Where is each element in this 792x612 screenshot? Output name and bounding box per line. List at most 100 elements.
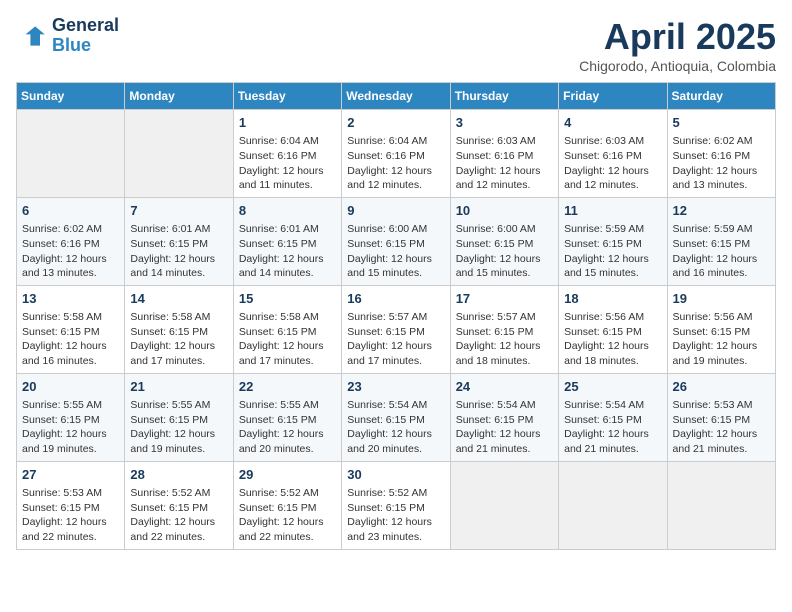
day-number: 29 <box>239 466 336 484</box>
day-info: Sunrise: 6:01 AM Sunset: 6:15 PM Dayligh… <box>239 222 336 281</box>
logo: General Blue <box>16 16 119 56</box>
day-info: Sunrise: 5:58 AM Sunset: 6:15 PM Dayligh… <box>22 310 119 369</box>
day-number: 1 <box>239 114 336 132</box>
day-number: 19 <box>673 290 770 308</box>
calendar-week-3: 13 Sunrise: 5:58 AM Sunset: 6:15 PM Dayli… <box>17 285 776 373</box>
day-info: Sunrise: 6:04 AM Sunset: 6:16 PM Dayligh… <box>239 134 336 193</box>
day-info: Sunrise: 5:58 AM Sunset: 6:15 PM Dayligh… <box>239 310 336 369</box>
calendar-cell: 24 Sunrise: 5:54 AM Sunset: 6:15 PM Dayli… <box>450 373 558 461</box>
calendar-cell: 4 Sunrise: 6:03 AM Sunset: 6:16 PM Daylig… <box>559 110 667 198</box>
calendar-cell: 10Sunrise: 6:00 AM Sunset: 6:15 PM Dayli… <box>450 197 558 285</box>
title-block: April 2025 Chigorodo, Antioquia, Colombi… <box>579 16 776 74</box>
day-info: Sunrise: 5:59 AM Sunset: 6:15 PM Dayligh… <box>673 222 770 281</box>
location: Chigorodo, Antioquia, Colombia <box>579 58 776 74</box>
calendar-cell <box>125 110 233 198</box>
calendar-cell: 23 Sunrise: 5:54 AM Sunset: 6:15 PM Dayli… <box>342 373 450 461</box>
calendar-cell: 7 Sunrise: 6:01 AM Sunset: 6:15 PM Daylig… <box>125 197 233 285</box>
calendar-table: SundayMondayTuesdayWednesdayThursdayFrid… <box>16 82 776 550</box>
day-number: 15 <box>239 290 336 308</box>
calendar-cell: 1 Sunrise: 6:04 AM Sunset: 6:16 PM Daylig… <box>233 110 341 198</box>
day-info: Sunrise: 5:55 AM Sunset: 6:15 PM Dayligh… <box>239 398 336 457</box>
calendar-cell: 19Sunrise: 5:56 AM Sunset: 6:15 PM Dayli… <box>667 285 775 373</box>
day-number: 24 <box>456 378 553 396</box>
calendar-cell: 30 Sunrise: 5:52 AM Sunset: 6:15 PM Dayli… <box>342 461 450 549</box>
day-number: 9 <box>347 202 444 220</box>
calendar-cell: 18 Sunrise: 5:56 AM Sunset: 6:15 PM Dayli… <box>559 285 667 373</box>
calendar-cell <box>667 461 775 549</box>
day-info: Sunrise: 5:54 AM Sunset: 6:15 PM Dayligh… <box>456 398 553 457</box>
calendar-cell: 13 Sunrise: 5:58 AM Sunset: 6:15 PM Dayli… <box>17 285 125 373</box>
day-info: Sunrise: 5:53 AM Sunset: 6:15 PM Dayligh… <box>673 398 770 457</box>
day-header-thursday: Thursday <box>450 83 558 110</box>
day-number: 7 <box>130 202 227 220</box>
day-number: 8 <box>239 202 336 220</box>
day-info: Sunrise: 6:03 AM Sunset: 6:16 PM Dayligh… <box>456 134 553 193</box>
day-number: 25 <box>564 378 661 396</box>
calendar-cell: 11Sunrise: 5:59 AM Sunset: 6:15 PM Dayli… <box>559 197 667 285</box>
calendar-cell: 2 Sunrise: 6:04 AM Sunset: 6:16 PM Daylig… <box>342 110 450 198</box>
day-header-wednesday: Wednesday <box>342 83 450 110</box>
calendar-cell: 21 Sunrise: 5:55 AM Sunset: 6:15 PM Dayli… <box>125 373 233 461</box>
day-number: 17 <box>456 290 553 308</box>
calendar-cell: 20 Sunrise: 5:55 AM Sunset: 6:15 PM Dayli… <box>17 373 125 461</box>
calendar-cell: 3 Sunrise: 6:03 AM Sunset: 6:16 PM Daylig… <box>450 110 558 198</box>
day-number: 22 <box>239 378 336 396</box>
calendar-cell: 5Sunrise: 6:02 AM Sunset: 6:16 PM Daylig… <box>667 110 775 198</box>
calendar-cell: 25 Sunrise: 5:54 AM Sunset: 6:15 PM Dayli… <box>559 373 667 461</box>
day-info: Sunrise: 6:04 AM Sunset: 6:16 PM Dayligh… <box>347 134 444 193</box>
day-info: Sunrise: 5:54 AM Sunset: 6:15 PM Dayligh… <box>347 398 444 457</box>
day-number: 16 <box>347 290 444 308</box>
day-info: Sunrise: 5:53 AM Sunset: 6:15 PM Dayligh… <box>22 486 119 545</box>
day-number: 18 <box>564 290 661 308</box>
day-info: Sunrise: 5:55 AM Sunset: 6:15 PM Dayligh… <box>22 398 119 457</box>
day-header-tuesday: Tuesday <box>233 83 341 110</box>
day-number: 28 <box>130 466 227 484</box>
day-number: 27 <box>22 466 119 484</box>
calendar-cell: 15 Sunrise: 5:58 AM Sunset: 6:15 PM Dayli… <box>233 285 341 373</box>
calendar-cell: 16Sunrise: 5:57 AM Sunset: 6:15 PM Dayli… <box>342 285 450 373</box>
logo-icon <box>16 20 48 52</box>
calendar-cell: 29 Sunrise: 5:52 AM Sunset: 6:15 PM Dayli… <box>233 461 341 549</box>
calendar-week-5: 27 Sunrise: 5:53 AM Sunset: 6:15 PM Dayli… <box>17 461 776 549</box>
calendar-cell <box>450 461 558 549</box>
day-info: Sunrise: 5:57 AM Sunset: 6:15 PM Dayligh… <box>456 310 553 369</box>
day-info: Sunrise: 6:01 AM Sunset: 6:15 PM Dayligh… <box>130 222 227 281</box>
calendar-week-4: 20 Sunrise: 5:55 AM Sunset: 6:15 PM Dayli… <box>17 373 776 461</box>
day-number: 12 <box>673 202 770 220</box>
day-number: 21 <box>130 378 227 396</box>
day-info: Sunrise: 6:00 AM Sunset: 6:15 PM Dayligh… <box>456 222 553 281</box>
calendar-week-2: 6Sunrise: 6:02 AM Sunset: 6:16 PM Daylig… <box>17 197 776 285</box>
day-info: Sunrise: 6:00 AM Sunset: 6:15 PM Dayligh… <box>347 222 444 281</box>
month-title: April 2025 <box>579 16 776 58</box>
day-number: 26 <box>673 378 770 396</box>
day-info: Sunrise: 5:52 AM Sunset: 6:15 PM Dayligh… <box>347 486 444 545</box>
calendar-cell <box>559 461 667 549</box>
calendar-cell: 28 Sunrise: 5:52 AM Sunset: 6:15 PM Dayli… <box>125 461 233 549</box>
day-number: 20 <box>22 378 119 396</box>
day-info: Sunrise: 5:58 AM Sunset: 6:15 PM Dayligh… <box>130 310 227 369</box>
day-info: Sunrise: 5:56 AM Sunset: 6:15 PM Dayligh… <box>564 310 661 369</box>
day-info: Sunrise: 6:03 AM Sunset: 6:16 PM Dayligh… <box>564 134 661 193</box>
day-number: 4 <box>564 114 661 132</box>
day-header-saturday: Saturday <box>667 83 775 110</box>
day-number: 2 <box>347 114 444 132</box>
day-info: Sunrise: 6:02 AM Sunset: 6:16 PM Dayligh… <box>22 222 119 281</box>
day-number: 23 <box>347 378 444 396</box>
day-info: Sunrise: 5:52 AM Sunset: 6:15 PM Dayligh… <box>130 486 227 545</box>
day-header-monday: Monday <box>125 83 233 110</box>
day-info: Sunrise: 5:59 AM Sunset: 6:15 PM Dayligh… <box>564 222 661 281</box>
calendar-cell: 22 Sunrise: 5:55 AM Sunset: 6:15 PM Dayli… <box>233 373 341 461</box>
calendar-cell: 8 Sunrise: 6:01 AM Sunset: 6:15 PM Daylig… <box>233 197 341 285</box>
day-number: 30 <box>347 466 444 484</box>
day-number: 13 <box>22 290 119 308</box>
day-info: Sunrise: 5:55 AM Sunset: 6:15 PM Dayligh… <box>130 398 227 457</box>
day-header-friday: Friday <box>559 83 667 110</box>
day-info: Sunrise: 5:54 AM Sunset: 6:15 PM Dayligh… <box>564 398 661 457</box>
day-header-sunday: Sunday <box>17 83 125 110</box>
day-info: Sunrise: 5:52 AM Sunset: 6:15 PM Dayligh… <box>239 486 336 545</box>
calendar-cell: 12 Sunrise: 5:59 AM Sunset: 6:15 PM Dayli… <box>667 197 775 285</box>
calendar-cell: 27 Sunrise: 5:53 AM Sunset: 6:15 PM Dayli… <box>17 461 125 549</box>
calendar-cell: 6Sunrise: 6:02 AM Sunset: 6:16 PM Daylig… <box>17 197 125 285</box>
day-number: 3 <box>456 114 553 132</box>
day-number: 5 <box>673 114 770 132</box>
